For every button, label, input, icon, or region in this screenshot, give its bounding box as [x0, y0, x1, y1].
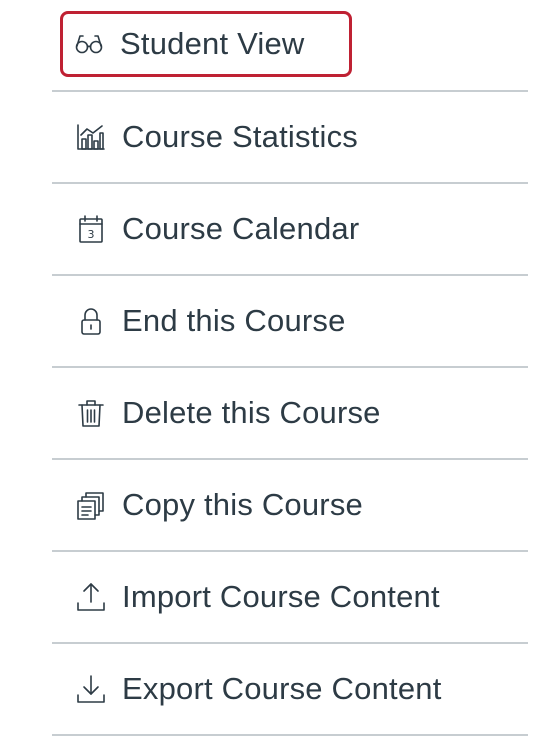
trash-icon — [74, 396, 108, 430]
download-icon — [74, 672, 108, 706]
menu-item-course-statistics[interactable]: Course Statistics — [52, 92, 528, 184]
upload-icon — [74, 580, 108, 614]
glasses-icon — [72, 27, 106, 61]
menu-item-label: End this Course — [122, 303, 346, 338]
bar-chart-icon — [74, 120, 108, 154]
menu-item-label: Course Calendar — [122, 211, 360, 246]
menu-item-copy-course[interactable]: Copy this Course — [52, 460, 528, 552]
focus-highlight[interactable]: Student View — [60, 11, 352, 77]
course-actions-menu: Student View Course Statistics 3 Course … — [52, 0, 528, 736]
menu-item-export-content[interactable]: Export Course Content — [52, 644, 528, 736]
menu-item-student-view[interactable]: Student View — [52, 0, 528, 92]
menu-item-label: Student View — [120, 26, 305, 61]
calendar-icon: 3 — [74, 212, 108, 246]
menu-item-label: Copy this Course — [122, 487, 363, 522]
menu-item-label: Export Course Content — [122, 671, 442, 706]
menu-item-end-course[interactable]: End this Course — [52, 276, 528, 368]
lock-icon — [74, 304, 108, 338]
menu-item-delete-course[interactable]: Delete this Course — [52, 368, 528, 460]
menu-item-import-content[interactable]: Import Course Content — [52, 552, 528, 644]
menu-item-label: Import Course Content — [122, 579, 440, 614]
svg-text:3: 3 — [88, 228, 95, 241]
menu-item-course-calendar[interactable]: 3 Course Calendar — [52, 184, 528, 276]
copy-icon — [74, 488, 108, 522]
menu-item-label: Course Statistics — [122, 119, 358, 154]
menu-item-label: Delete this Course — [122, 395, 381, 430]
